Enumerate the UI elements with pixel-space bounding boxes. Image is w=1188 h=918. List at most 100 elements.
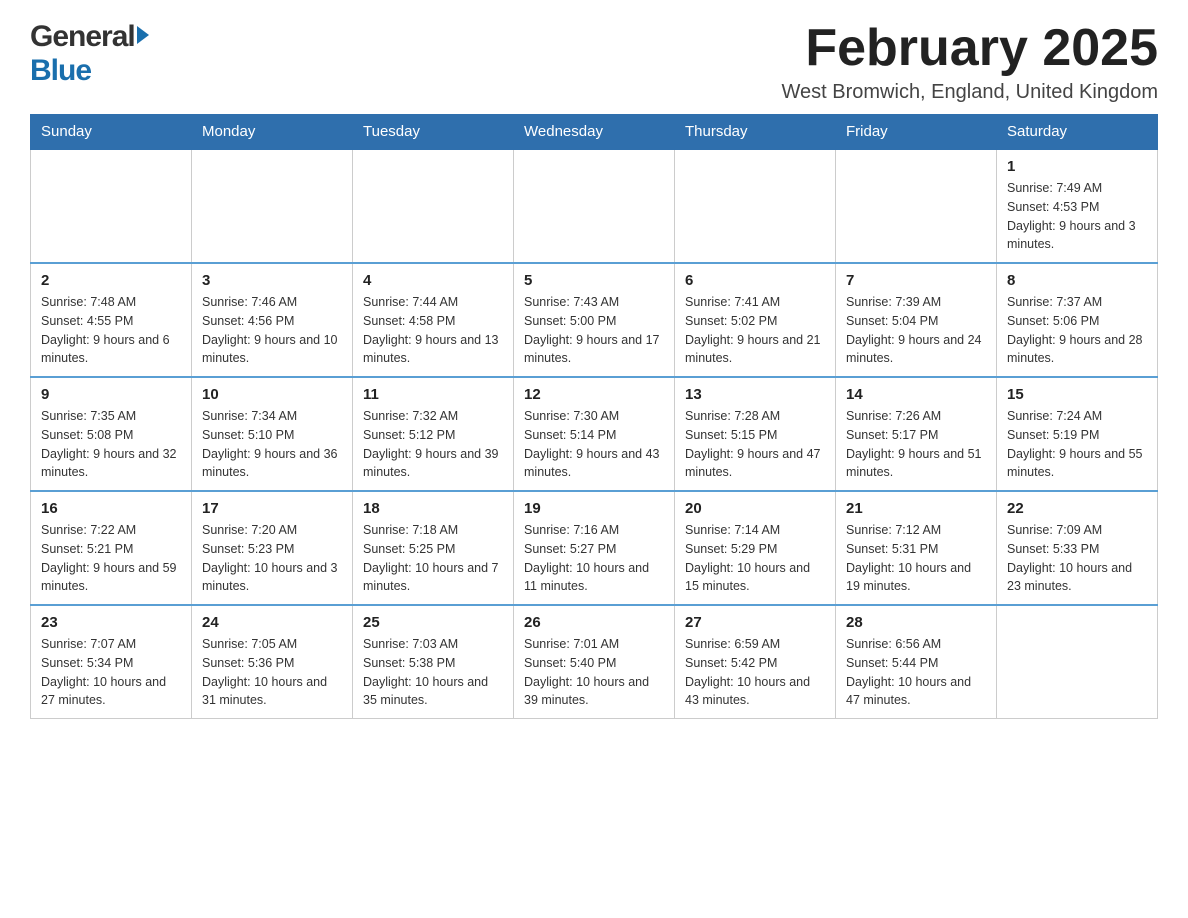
calendar-day-cell: 10 Sunrise: 7:34 AM Sunset: 5:10 PM Dayli… — [192, 377, 353, 491]
day-number: 2 — [41, 272, 181, 289]
calendar-week-row: 9Sunrise: 7:35 AM Sunset: 5:08 PM Daylig… — [31, 377, 1158, 491]
calendar-day-cell: 13 Sunrise: 7:28 AM Sunset: 5:15 PM Dayli… — [675, 377, 836, 491]
calendar-day-cell: 22 Sunrise: 7:09 AM Sunset: 5:33 PM Dayli… — [997, 491, 1158, 605]
day-of-week-header: Saturday — [997, 115, 1158, 150]
calendar-day-cell — [31, 149, 192, 263]
calendar-table: SundayMondayTuesdayWednesdayThursdayFrid… — [30, 114, 1158, 719]
day-info: Sunrise: 7:30 AM Sunset: 5:14 PM Dayligh… — [524, 407, 664, 482]
calendar-day-cell: 15 Sunrise: 7:24 AM Sunset: 5:19 PM Dayli… — [997, 377, 1158, 491]
calendar-day-cell: 19Sunrise: 7:16 AM Sunset: 5:27 PM Dayli… — [514, 491, 675, 605]
day-info: Sunrise: 7:46 AM Sunset: 4:56 PM Dayligh… — [202, 293, 342, 368]
calendar-week-row: 16 Sunrise: 7:22 AM Sunset: 5:21 PM Dayli… — [31, 491, 1158, 605]
day-number: 9 — [41, 386, 181, 403]
day-info: Sunrise: 7:43 AM Sunset: 5:00 PM Dayligh… — [524, 293, 664, 368]
day-of-week-header: Tuesday — [353, 115, 514, 150]
day-info: Sunrise: 7:48 AM Sunset: 4:55 PM Dayligh… — [41, 293, 181, 368]
day-number: 1 — [1007, 158, 1147, 175]
day-number: 12 — [524, 386, 664, 403]
calendar-day-cell: 27 Sunrise: 6:59 AM Sunset: 5:42 PM Dayli… — [675, 605, 836, 719]
day-info: Sunrise: 6:56 AM Sunset: 5:44 PM Dayligh… — [846, 635, 986, 710]
location-title: West Bromwich, England, United Kingdom — [782, 81, 1158, 104]
day-number: 15 — [1007, 386, 1147, 403]
day-of-week-header: Wednesday — [514, 115, 675, 150]
day-of-week-header: Friday — [836, 115, 997, 150]
title-area: February 2025 West Bromwich, England, Un… — [782, 20, 1158, 104]
calendar-week-row: 2 Sunrise: 7:48 AM Sunset: 4:55 PM Daylig… — [31, 263, 1158, 377]
day-info: Sunrise: 7:07 AM Sunset: 5:34 PM Dayligh… — [41, 635, 181, 710]
day-number: 4 — [363, 272, 503, 289]
day-info: Sunrise: 7:12 AM Sunset: 5:31 PM Dayligh… — [846, 521, 986, 596]
day-number: 8 — [1007, 272, 1147, 289]
day-number: 24 — [202, 614, 342, 631]
day-of-week-header: Thursday — [675, 115, 836, 150]
day-info: Sunrise: 7:44 AM Sunset: 4:58 PM Dayligh… — [363, 293, 503, 368]
logo-blue-text: Blue — [30, 54, 91, 88]
header: General Blue February 2025 West Bromwich… — [30, 20, 1158, 104]
day-number: 18 — [363, 500, 503, 517]
calendar-day-cell: 23 Sunrise: 7:07 AM Sunset: 5:34 PM Dayli… — [31, 605, 192, 719]
day-number: 20 — [685, 500, 825, 517]
day-number: 7 — [846, 272, 986, 289]
calendar-day-cell: 5Sunrise: 7:43 AM Sunset: 5:00 PM Daylig… — [514, 263, 675, 377]
calendar-day-cell — [514, 149, 675, 263]
day-number: 27 — [685, 614, 825, 631]
day-number: 14 — [846, 386, 986, 403]
logo-general-text: General — [30, 20, 135, 54]
calendar-day-cell: 25 Sunrise: 7:03 AM Sunset: 5:38 PM Dayli… — [353, 605, 514, 719]
day-info: Sunrise: 7:34 AM Sunset: 5:10 PM Dayligh… — [202, 407, 342, 482]
calendar-day-cell: 2 Sunrise: 7:48 AM Sunset: 4:55 PM Daylig… — [31, 263, 192, 377]
day-info: Sunrise: 7:26 AM Sunset: 5:17 PM Dayligh… — [846, 407, 986, 482]
day-number: 10 — [202, 386, 342, 403]
day-number: 17 — [202, 500, 342, 517]
day-info: Sunrise: 7:01 AM Sunset: 5:40 PM Dayligh… — [524, 635, 664, 710]
day-info: Sunrise: 7:49 AM Sunset: 4:53 PM Dayligh… — [1007, 179, 1147, 254]
logo: General Blue — [30, 20, 149, 88]
calendar-day-cell: 16 Sunrise: 7:22 AM Sunset: 5:21 PM Dayli… — [31, 491, 192, 605]
day-number: 22 — [1007, 500, 1147, 517]
calendar-week-row: 1 Sunrise: 7:49 AM Sunset: 4:53 PM Daylig… — [31, 149, 1158, 263]
day-info: Sunrise: 7:39 AM Sunset: 5:04 PM Dayligh… — [846, 293, 986, 368]
calendar-day-cell — [192, 149, 353, 263]
calendar-day-cell: 3Sunrise: 7:46 AM Sunset: 4:56 PM Daylig… — [192, 263, 353, 377]
day-info: Sunrise: 7:09 AM Sunset: 5:33 PM Dayligh… — [1007, 521, 1147, 596]
day-of-week-header: Monday — [192, 115, 353, 150]
day-info: Sunrise: 7:18 AM Sunset: 5:25 PM Dayligh… — [363, 521, 503, 596]
day-info: Sunrise: 7:16 AM Sunset: 5:27 PM Dayligh… — [524, 521, 664, 596]
calendar-day-cell: 24Sunrise: 7:05 AM Sunset: 5:36 PM Dayli… — [192, 605, 353, 719]
calendar-day-cell: 20 Sunrise: 7:14 AM Sunset: 5:29 PM Dayli… — [675, 491, 836, 605]
day-info: Sunrise: 7:24 AM Sunset: 5:19 PM Dayligh… — [1007, 407, 1147, 482]
month-title: February 2025 — [782, 20, 1158, 77]
day-number: 25 — [363, 614, 503, 631]
calendar-day-cell — [836, 149, 997, 263]
calendar-day-cell: 11Sunrise: 7:32 AM Sunset: 5:12 PM Dayli… — [353, 377, 514, 491]
calendar-day-cell: 7 Sunrise: 7:39 AM Sunset: 5:04 PM Daylig… — [836, 263, 997, 377]
calendar-day-cell: 17Sunrise: 7:20 AM Sunset: 5:23 PM Dayli… — [192, 491, 353, 605]
calendar-day-cell — [997, 605, 1158, 719]
day-info: Sunrise: 7:37 AM Sunset: 5:06 PM Dayligh… — [1007, 293, 1147, 368]
calendar-day-cell: 9Sunrise: 7:35 AM Sunset: 5:08 PM Daylig… — [31, 377, 192, 491]
day-number: 13 — [685, 386, 825, 403]
calendar-day-cell: 28Sunrise: 6:56 AM Sunset: 5:44 PM Dayli… — [836, 605, 997, 719]
day-of-week-header: Sunday — [31, 115, 192, 150]
calendar-header-row: SundayMondayTuesdayWednesdayThursdayFrid… — [31, 115, 1158, 150]
calendar-day-cell: 14 Sunrise: 7:26 AM Sunset: 5:17 PM Dayli… — [836, 377, 997, 491]
day-number: 23 — [41, 614, 181, 631]
calendar-day-cell — [353, 149, 514, 263]
day-info: Sunrise: 7:28 AM Sunset: 5:15 PM Dayligh… — [685, 407, 825, 482]
calendar-day-cell: 1 Sunrise: 7:49 AM Sunset: 4:53 PM Daylig… — [997, 149, 1158, 263]
day-number: 16 — [41, 500, 181, 517]
day-number: 6 — [685, 272, 825, 289]
calendar-day-cell: 6Sunrise: 7:41 AM Sunset: 5:02 PM Daylig… — [675, 263, 836, 377]
day-number: 11 — [363, 386, 503, 403]
calendar-week-row: 23 Sunrise: 7:07 AM Sunset: 5:34 PM Dayli… — [31, 605, 1158, 719]
day-info: Sunrise: 7:03 AM Sunset: 5:38 PM Dayligh… — [363, 635, 503, 710]
calendar-day-cell: 4 Sunrise: 7:44 AM Sunset: 4:58 PM Daylig… — [353, 263, 514, 377]
calendar-day-cell: 12 Sunrise: 7:30 AM Sunset: 5:14 PM Dayli… — [514, 377, 675, 491]
day-info: Sunrise: 7:22 AM Sunset: 5:21 PM Dayligh… — [41, 521, 181, 596]
day-number: 26 — [524, 614, 664, 631]
day-info: Sunrise: 7:14 AM Sunset: 5:29 PM Dayligh… — [685, 521, 825, 596]
day-number: 21 — [846, 500, 986, 517]
calendar-day-cell: 8 Sunrise: 7:37 AM Sunset: 5:06 PM Daylig… — [997, 263, 1158, 377]
calendar-day-cell: 18 Sunrise: 7:18 AM Sunset: 5:25 PM Dayli… — [353, 491, 514, 605]
day-info: Sunrise: 6:59 AM Sunset: 5:42 PM Dayligh… — [685, 635, 825, 710]
